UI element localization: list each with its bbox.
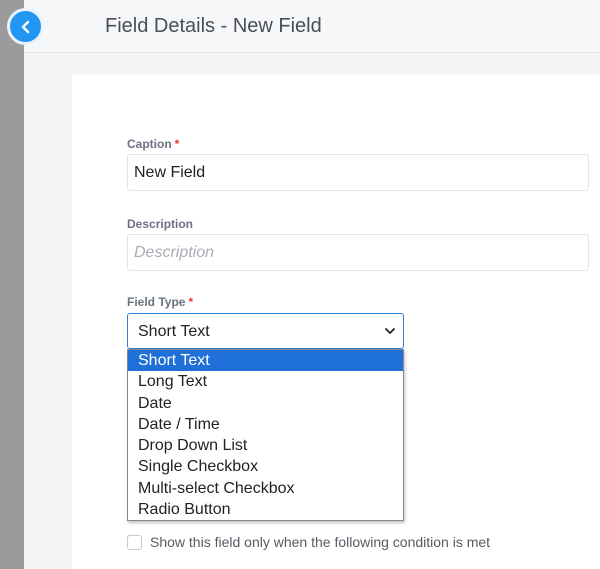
dropdown-option-single-checkbox[interactable]: Single Checkbox bbox=[128, 456, 403, 477]
dropdown-option-radio-button[interactable]: Radio Button bbox=[128, 499, 403, 520]
condition-row: Show this field only when the following … bbox=[127, 534, 490, 550]
field-type-dropdown: Short Text Long Text Date Date / Time Dr… bbox=[127, 349, 404, 521]
condition-checkbox[interactable] bbox=[127, 534, 142, 550]
back-button[interactable] bbox=[7, 8, 44, 45]
condition-label: Show this field only when the following … bbox=[150, 534, 491, 550]
description-label: Description bbox=[127, 217, 194, 231]
left-panel-edge bbox=[0, 0, 24, 569]
chevron-left-icon bbox=[21, 20, 29, 33]
field-type-select[interactable]: Short Text bbox=[127, 313, 404, 349]
field-type-selected-value: Short Text bbox=[138, 323, 210, 340]
caption-input[interactable] bbox=[127, 154, 589, 191]
required-mark: * bbox=[188, 295, 194, 309]
dropdown-option-date[interactable]: Date bbox=[128, 393, 403, 414]
caption-label: Caption * bbox=[127, 137, 180, 151]
dropdown-option-multi-select-checkbox[interactable]: Multi-select Checkbox bbox=[128, 478, 403, 499]
chevron-down-icon bbox=[385, 328, 395, 334]
dropdown-option-short-text[interactable]: Short Text bbox=[128, 350, 403, 372]
field-type-label: Field Type * bbox=[127, 295, 194, 309]
description-input[interactable] bbox=[127, 234, 589, 271]
dropdown-option-long-text[interactable]: Long Text bbox=[128, 371, 403, 392]
header-bar: Field Details - New Field bbox=[24, 0, 600, 53]
required-mark: * bbox=[174, 137, 180, 151]
dropdown-option-drop-down-list[interactable]: Drop Down List bbox=[128, 435, 403, 456]
page-title: Field Details - New Field bbox=[105, 15, 322, 37]
dropdown-option-date-time[interactable]: Date / Time bbox=[128, 414, 403, 435]
